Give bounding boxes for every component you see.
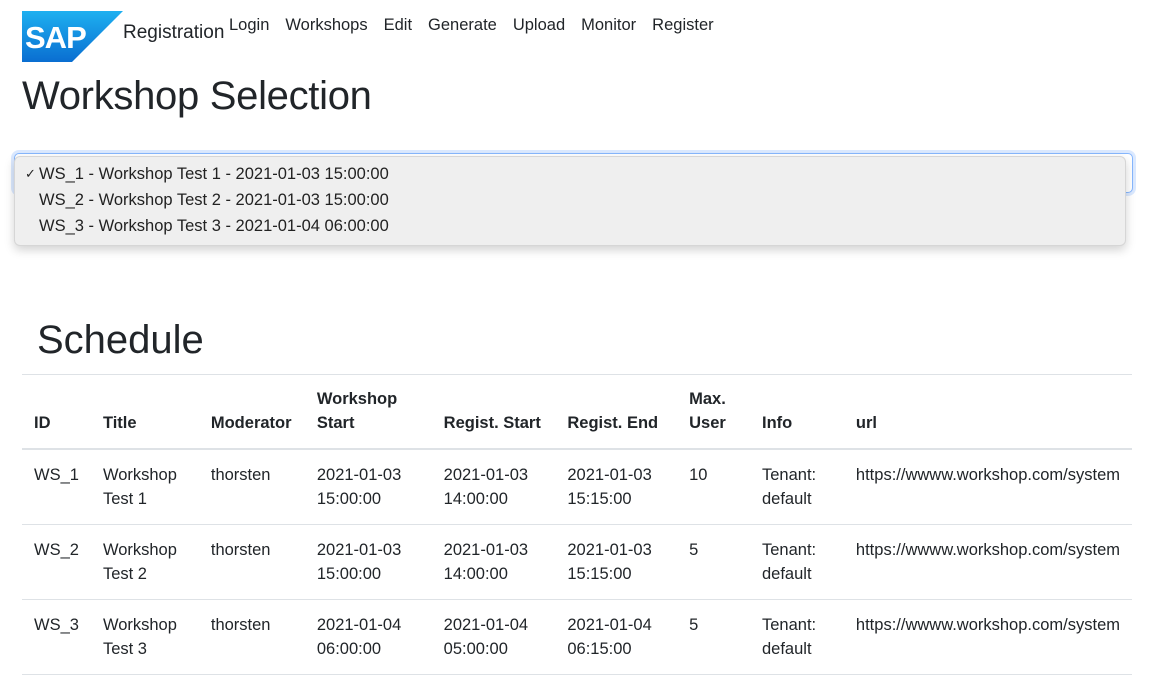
cell-info: Tenant: default bbox=[750, 599, 844, 675]
cell-title: Workshop Test 1 bbox=[90, 449, 199, 525]
table-row: WS_1 Workshop Test 1 thorsten 2021-01-03… bbox=[22, 449, 1132, 525]
cell-workshop-start: 2021-01-03 15:00:00 bbox=[304, 449, 432, 525]
column-header-title: Title bbox=[90, 375, 199, 450]
cell-info: Tenant: default bbox=[750, 449, 844, 525]
cell-title: Workshop Test 2 bbox=[90, 524, 199, 600]
cell-workshop-start: 2021-01-04 06:00:00 bbox=[304, 599, 432, 675]
cell-info: Tenant: default bbox=[750, 524, 844, 600]
cell-regist-start: 2021-01-03 14:00:00 bbox=[431, 449, 556, 525]
cell-moderator: thorsten bbox=[198, 599, 305, 675]
svg-text:®: ® bbox=[84, 55, 89, 62]
cell-regist-start: 2021-01-04 05:00:00 bbox=[431, 599, 556, 675]
cell-moderator: thorsten bbox=[198, 449, 305, 525]
cell-max-user: 5 bbox=[677, 599, 750, 675]
nav-login[interactable]: Login bbox=[229, 16, 269, 35]
cell-id: WS_1 bbox=[22, 449, 91, 525]
cell-id: WS_2 bbox=[22, 524, 91, 600]
dropdown-option-label: WS_1 - Workshop Test 1 - 2021-01-03 15:0… bbox=[39, 165, 389, 183]
cell-url: https://wwww.workshop.com/system bbox=[843, 449, 1132, 525]
dropdown-option-selected[interactable]: ✓ WS_1 - Workshop Test 1 - 2021-01-03 15… bbox=[25, 161, 389, 187]
column-header-regist-end: Regist. End bbox=[555, 375, 678, 450]
cell-title: Workshop Test 3 bbox=[90, 599, 199, 675]
column-header-info: Info bbox=[750, 375, 844, 450]
column-header-max-user: Max. User bbox=[677, 375, 750, 450]
cell-url: https://wwww.workshop.com/system bbox=[843, 599, 1132, 675]
column-header-regist-start: Regist. Start bbox=[431, 375, 556, 450]
nav-upload[interactable]: Upload bbox=[513, 16, 565, 35]
column-header-moderator: Moderator bbox=[198, 375, 305, 450]
svg-text:SAP: SAP bbox=[25, 20, 86, 55]
nav-edit[interactable]: Edit bbox=[384, 16, 412, 35]
table-row: WS_3 Workshop Test 3 thorsten 2021-01-04… bbox=[22, 599, 1132, 675]
page-title: Workshop Selection bbox=[22, 74, 372, 118]
schedule-heading: Schedule bbox=[37, 318, 204, 362]
table-row: WS_2 Workshop Test 2 thorsten 2021-01-03… bbox=[22, 524, 1132, 600]
nav-generate[interactable]: Generate bbox=[428, 16, 497, 35]
cell-url: https://wwww.workshop.com/system bbox=[843, 524, 1132, 600]
checkmark-icon: ✓ bbox=[25, 166, 36, 181]
nav-register[interactable]: Register bbox=[652, 16, 713, 35]
cell-regist-end: 2021-01-03 15:15:00 bbox=[555, 449, 678, 525]
dropdown-option[interactable]: WS_3 - Workshop Test 3 - 2021-01-04 06:0… bbox=[39, 213, 389, 239]
schedule-table: ID Title Moderator Workshop Start Regist… bbox=[22, 375, 1132, 675]
column-header-url: url bbox=[843, 375, 1132, 450]
nav-menu: Login Workshops Edit Generate Upload Mon… bbox=[229, 16, 730, 35]
workshop-dropdown-list: ✓ WS_1 - Workshop Test 1 - 2021-01-03 15… bbox=[14, 156, 1126, 246]
cell-moderator: thorsten bbox=[198, 524, 305, 600]
nav-workshops[interactable]: Workshops bbox=[285, 16, 367, 35]
sap-logo[interactable]: SAP ® bbox=[22, 10, 123, 62]
table-header-row: ID Title Moderator Workshop Start Regist… bbox=[22, 375, 1132, 450]
cell-regist-start: 2021-01-03 14:00:00 bbox=[431, 524, 556, 600]
dropdown-option-label: WS_3 - Workshop Test 3 - 2021-01-04 06:0… bbox=[39, 217, 389, 235]
cell-regist-end: 2021-01-04 06:15:00 bbox=[555, 599, 678, 675]
dropdown-option[interactable]: WS_2 - Workshop Test 2 - 2021-01-03 15:0… bbox=[39, 187, 389, 213]
cell-regist-end: 2021-01-03 15:15:00 bbox=[555, 524, 678, 600]
cell-id: WS_3 bbox=[22, 599, 91, 675]
navbar: SAP ® Registration bbox=[22, 10, 224, 62]
cell-max-user: 10 bbox=[677, 449, 750, 525]
column-header-workshop-start: Workshop Start bbox=[304, 375, 432, 450]
nav-monitor[interactable]: Monitor bbox=[581, 16, 636, 35]
brand-title[interactable]: Registration bbox=[123, 22, 224, 44]
cell-workshop-start: 2021-01-03 15:00:00 bbox=[304, 524, 432, 600]
column-header-id: ID bbox=[22, 375, 91, 450]
cell-max-user: 5 bbox=[677, 524, 750, 600]
dropdown-option-label: WS_2 - Workshop Test 2 - 2021-01-03 15:0… bbox=[39, 191, 389, 209]
